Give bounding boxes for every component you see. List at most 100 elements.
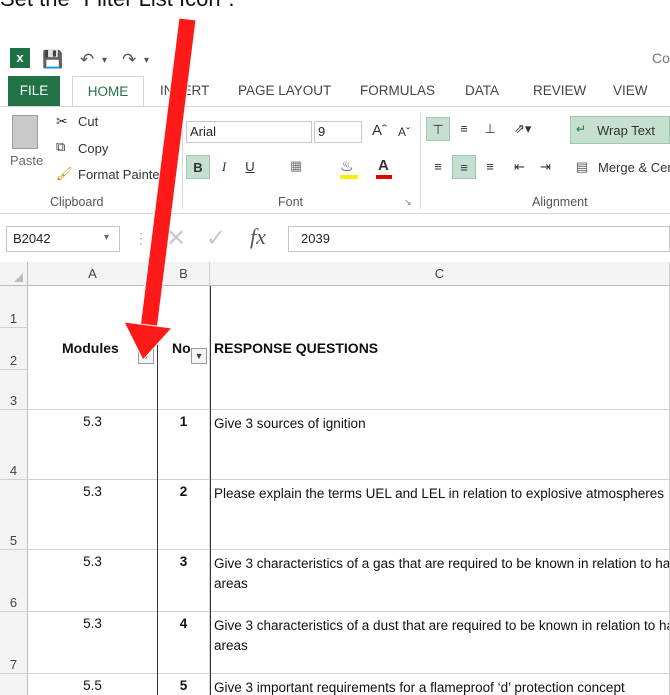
- header-cell-modules[interactable]: Modules ▼: [28, 286, 158, 410]
- header-cell-response-questions[interactable]: RESPONSE QUESTIONS: [210, 286, 670, 410]
- question-line-2: areas: [214, 638, 248, 653]
- column-header-c[interactable]: C: [210, 262, 670, 286]
- tab-insert[interactable]: INSERT: [160, 76, 209, 106]
- tab-home[interactable]: HOME: [72, 76, 144, 107]
- header-no-label: No: [172, 340, 191, 356]
- format-painter-icon: 🖌: [56, 166, 73, 181]
- align-left-icon[interactable]: ≡: [426, 155, 450, 179]
- fill-color-icon[interactable]: ♨: [340, 157, 353, 175]
- module-cell[interactable]: 5.3: [28, 550, 158, 612]
- align-right-icon[interactable]: ≡: [478, 155, 502, 179]
- filter-dropdown-icon[interactable]: ▼: [138, 348, 154, 364]
- redo-dropdown-icon[interactable]: ▾: [144, 55, 149, 66]
- wrap-text-icon: ↵: [576, 122, 587, 136]
- decrease-font-icon[interactable]: Aˇ: [398, 125, 410, 139]
- row-header[interactable]: 1: [0, 286, 28, 328]
- borders-icon[interactable]: ▦: [290, 158, 302, 174]
- format-painter-button[interactable]: Format Painter: [78, 167, 162, 182]
- merge-center-button[interactable]: ▤ Merge & Center: [574, 155, 670, 181]
- merge-center-label: Merge & Center: [598, 160, 670, 175]
- orientation-icon[interactable]: ⇗▾: [514, 121, 531, 137]
- ribbon-separator: [182, 113, 183, 209]
- bold-button[interactable]: B: [186, 155, 210, 179]
- question-cell[interactable]: Please explain the terms UEL and LEL in …: [210, 480, 670, 550]
- font-dialog-launcher-icon[interactable]: ↘: [404, 197, 412, 208]
- row-header[interactable]: 2: [0, 328, 28, 370]
- question-line-2: areas: [214, 576, 248, 591]
- align-bottom-icon[interactable]: ⊥: [478, 117, 502, 141]
- align-top-icon[interactable]: ⊤: [426, 117, 450, 141]
- insert-function-icon[interactable]: fx: [250, 224, 266, 250]
- number-cell[interactable]: 2: [158, 480, 210, 550]
- ribbon-tabs: FILE HOME INSERT PAGE LAYOUT FORMULAS DA…: [0, 76, 670, 107]
- filter-dropdown-icon[interactable]: ▼: [191, 348, 207, 364]
- align-center-icon[interactable]: ≡: [452, 155, 476, 179]
- module-cell[interactable]: 5.5: [28, 674, 158, 695]
- number-cell[interactable]: 5: [158, 674, 210, 695]
- increase-font-icon[interactable]: Aˆ: [372, 122, 387, 139]
- module-cell[interactable]: 5.3: [28, 612, 158, 674]
- column-header-b[interactable]: B: [158, 262, 210, 286]
- copy-button[interactable]: Copy: [78, 141, 108, 156]
- tab-file[interactable]: FILE: [8, 76, 60, 106]
- column-header-a[interactable]: A: [28, 262, 158, 286]
- question-cell[interactable]: Give 3 characteristics of a gas that are…: [210, 550, 670, 612]
- alignment-group-label: Alignment: [532, 195, 588, 209]
- tab-formulas[interactable]: FORMULAS: [360, 76, 435, 106]
- redo-icon[interactable]: ↷: [122, 50, 136, 70]
- font-name-select[interactable]: Arial: [186, 121, 312, 143]
- header-cell-no[interactable]: No ▼: [158, 286, 210, 410]
- font-group-label: Font: [278, 195, 304, 209]
- ribbon: Paste ✂ Cut ⧉ Copy 🖌 Format Painter Clip…: [0, 106, 670, 214]
- copy-icon: ⧉: [56, 139, 66, 154]
- undo-dropdown-icon[interactable]: ▾: [102, 55, 107, 66]
- cancel-icon[interactable]: ✕: [166, 224, 186, 253]
- formula-bar: B2042 ▾ ⋮ ✕ ✓ fx 2039: [0, 222, 670, 256]
- undo-icon[interactable]: ↶: [80, 50, 94, 70]
- question-cell[interactable]: Give 3 important requirements for a flam…: [210, 674, 670, 695]
- header-modules-label: Modules: [62, 340, 119, 356]
- cut-icon: ✂: [56, 113, 68, 129]
- select-all-corner[interactable]: [0, 262, 28, 286]
- name-box[interactable]: B2042: [6, 226, 120, 252]
- wrap-text-button[interactable]: ↵ Wrap Text: [570, 116, 670, 144]
- row-header[interactable]: 6: [0, 550, 28, 612]
- paste-button[interactable]: Paste: [10, 153, 43, 168]
- module-cell[interactable]: 5.3: [28, 410, 158, 480]
- row-header[interactable]: 4: [0, 410, 28, 480]
- row-header[interactable]: [0, 674, 28, 695]
- number-cell[interactable]: 4: [158, 612, 210, 674]
- question-line-1: Give 3 characteristics of a dust that ar…: [214, 618, 669, 633]
- header-questions-label: RESPONSE QUESTIONS: [214, 340, 379, 356]
- tab-data[interactable]: DATA: [465, 76, 499, 106]
- tab-view[interactable]: VIEW: [613, 76, 648, 106]
- tab-review[interactable]: REVIEW: [533, 76, 586, 106]
- italic-button[interactable]: I: [212, 155, 236, 179]
- font-size-select[interactable]: 9: [314, 121, 362, 143]
- decrease-indent-icon[interactable]: ⇤: [514, 159, 525, 175]
- paste-icon[interactable]: [12, 115, 38, 149]
- cell-border-line: [210, 286, 211, 695]
- font-color-icon[interactable]: A: [378, 157, 389, 174]
- cut-button[interactable]: Cut: [78, 114, 98, 129]
- row-header[interactable]: 3: [0, 370, 28, 410]
- row-header[interactable]: 7: [0, 612, 28, 674]
- underline-button[interactable]: U: [238, 155, 262, 179]
- merge-center-icon: ▤: [576, 159, 589, 174]
- tab-page-layout[interactable]: PAGE LAYOUT: [238, 76, 331, 106]
- formula-input[interactable]: 2039: [288, 226, 670, 252]
- quick-access-toolbar: 💾 ↶ ▾ ↷ ▾: [0, 44, 670, 74]
- wrap-text-label: Wrap Text: [597, 123, 656, 138]
- row-header[interactable]: 5: [0, 480, 28, 550]
- number-cell[interactable]: 3: [158, 550, 210, 612]
- align-middle-icon[interactable]: ≡: [452, 117, 476, 141]
- module-cell[interactable]: 5.3: [28, 480, 158, 550]
- ribbon-separator: [420, 113, 421, 209]
- increase-indent-icon[interactable]: ⇥: [540, 159, 551, 175]
- enter-icon[interactable]: ✓: [206, 224, 226, 253]
- name-box-dropdown-icon[interactable]: ▾: [104, 232, 109, 243]
- number-cell[interactable]: 1: [158, 410, 210, 480]
- save-icon[interactable]: 💾: [42, 50, 63, 70]
- question-cell[interactable]: Give 3 characteristics of a dust that ar…: [210, 612, 670, 674]
- question-cell[interactable]: Give 3 sources of ignition: [210, 410, 670, 480]
